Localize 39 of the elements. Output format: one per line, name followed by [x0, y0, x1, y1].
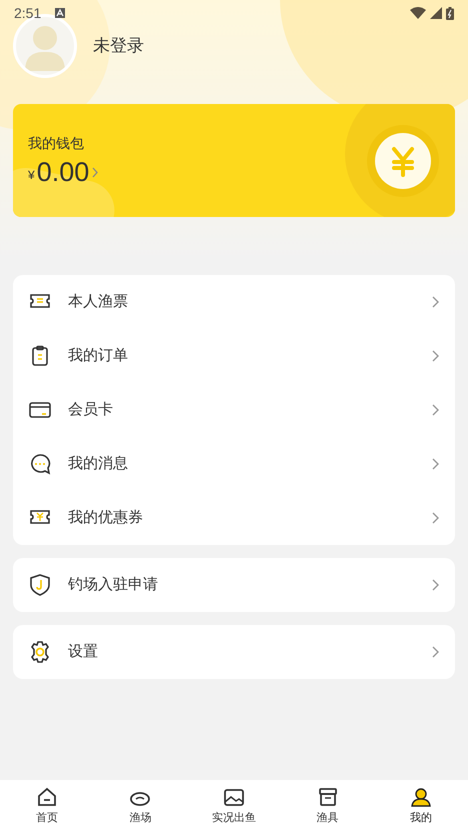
currency-symbol: ¥: [28, 167, 35, 184]
chevron-right-icon: [432, 404, 439, 416]
chevron-right-icon: [92, 167, 98, 178]
menu-item[interactable]: 会员卡: [68, 398, 432, 422]
notification-icon: [55, 8, 66, 18]
tackle-box-icon: [316, 786, 339, 808]
status-time: 2:51: [14, 4, 42, 22]
signal-icon: [430, 7, 442, 19]
chevron-right-icon: [432, 458, 439, 470]
tab-button[interactable]: 渔具: [280, 780, 374, 832]
menu-item[interactable]: 我的订单: [68, 344, 432, 368]
chevron-right-icon: [432, 512, 439, 524]
wallet-balance: 0.00: [36, 156, 90, 188]
wallet-card[interactable]: 我的钱包 ¥0.00: [13, 104, 455, 217]
login-status[interactable]: 未登录: [93, 33, 144, 59]
clipboard-icon: [29, 345, 51, 367]
chevron-right-icon: [432, 296, 439, 308]
home-icon: [36, 786, 58, 808]
wifi-icon: [410, 7, 426, 19]
tab-button[interactable]: 我的: [374, 780, 468, 832]
tab-button[interactable]: 实况出鱼: [187, 780, 281, 832]
menu-item[interactable]: 设置: [68, 640, 432, 664]
chevron-right-icon: [432, 350, 439, 362]
wallet-title: 我的钱包: [28, 134, 85, 153]
tab-button[interactable]: 渔场: [94, 780, 188, 832]
tab-button[interactable]: 首页: [0, 780, 94, 832]
menu-item[interactable]: 我的优惠券: [68, 506, 432, 530]
chevron-right-icon: [432, 646, 439, 658]
menu-item[interactable]: 我的消息: [68, 452, 432, 476]
shield-icon: [29, 574, 51, 596]
chat-bubble-icon: [29, 453, 51, 475]
yen-coin-icon: [375, 132, 431, 188]
menu-item[interactable]: 本人渔票: [68, 290, 432, 314]
person-icon: [410, 786, 432, 808]
chevron-right-icon: [432, 579, 439, 591]
menu-item[interactable]: 钓场入驻申请: [68, 574, 432, 596]
settings-icon: [29, 641, 51, 663]
card-icon: [29, 399, 51, 421]
battery-icon: [446, 6, 454, 20]
